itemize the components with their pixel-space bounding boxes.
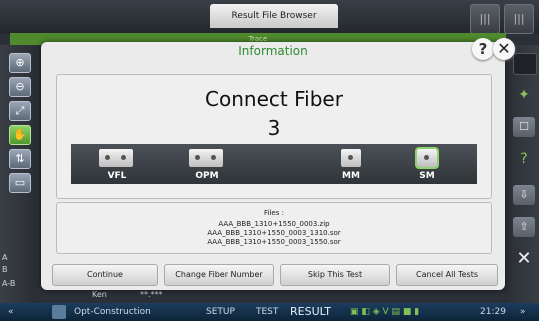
menu-button[interactable]: |||: [504, 4, 534, 34]
zoom-out-button[interactable]: ⊖: [9, 77, 31, 97]
connect-panel: Connect Fiber 3 VFL OPM MM SM: [56, 74, 492, 199]
zoom-in-button[interactable]: ⊕: [9, 53, 31, 73]
dialog-button-row: Continue Change Fiber Number Skip This T…: [52, 264, 498, 286]
marker-b-label: B: [2, 265, 8, 274]
setup-tab[interactable]: SETUP: [206, 303, 235, 321]
close-icon: ✕: [497, 39, 511, 58]
hole-icon: [348, 155, 353, 160]
close-panel-icon[interactable]: ✕: [513, 249, 535, 269]
hole-icon: [424, 155, 429, 160]
port-sm[interactable]: SM: [387, 144, 467, 184]
bottom-status-bar: « Opt-Construction SETUP TEST RESULT ▣ ◧…: [0, 303, 539, 321]
port-strip: VFL OPM MM SM: [71, 144, 477, 184]
dialog-title: Information: [238, 44, 308, 58]
bars-icon: |||: [513, 12, 525, 25]
fit-button[interactable]: ⤢: [9, 101, 31, 121]
marker-a-label: A: [2, 253, 8, 262]
upload-icon[interactable]: ⇧: [513, 217, 535, 237]
markers-icon: ⇅: [15, 152, 25, 165]
checkbox-icon[interactable]: ☐: [513, 117, 535, 137]
background-table-row: Ken **.***: [40, 290, 500, 303]
files-heading: Files :: [264, 209, 284, 217]
hole-icon: [211, 155, 216, 160]
help-button[interactable]: ?: [472, 38, 494, 60]
files-panel: Files : AAA_BBB_1310+1550_0003.zip AAA_B…: [56, 202, 492, 254]
scroll-left-icon[interactable]: «: [8, 303, 14, 321]
port-opm[interactable]: OPM: [167, 144, 247, 184]
connect-heading: Connect Fiber: [205, 87, 343, 111]
bars-icon: |||: [479, 12, 491, 25]
port-vfl[interactable]: VFL: [77, 144, 157, 184]
top-bar: Result File Browser ||| |||: [0, 0, 539, 34]
markers-button[interactable]: ⇅: [9, 149, 31, 169]
port-label: SM: [419, 171, 435, 181]
download-icon[interactable]: ⇩: [513, 185, 535, 205]
test-tab[interactable]: TEST: [256, 303, 278, 321]
port-label: VFL: [107, 171, 127, 181]
right-toolbar: ✦ ☐ ? ⇩ ⇧ ✕: [505, 45, 539, 303]
information-dialog: Information ? ✕ Connect Fiber 3 VFL OPM: [41, 38, 515, 290]
file-name: AAA_BBB_1310+1550_0003_1550.sor: [207, 238, 341, 246]
file-name: AAA_BBB_1310+1550_0003_1310.sor: [207, 229, 341, 237]
row-value: **.***: [140, 290, 163, 299]
scroll-right-icon[interactable]: »: [520, 303, 526, 321]
clock: 21:29: [480, 307, 506, 317]
app-icon: [52, 305, 66, 319]
fiber-count: 3: [267, 116, 281, 140]
laser-icon[interactable]: ✦: [513, 85, 535, 105]
connector-icon: [415, 147, 439, 169]
connector-icon: [189, 149, 223, 167]
zoom-out-icon: ⊖: [15, 80, 25, 93]
hole-icon: [195, 155, 200, 160]
question-icon: ?: [478, 40, 488, 58]
tab-result-file-browser[interactable]: Result File Browser: [210, 4, 338, 28]
port-label: OPM: [195, 171, 219, 181]
print-button[interactable]: ▭: [9, 173, 31, 193]
marker-ab-label: A-B: [2, 279, 16, 288]
panel-toggle-button[interactable]: |||: [470, 4, 500, 34]
close-button[interactable]: ✕: [493, 38, 515, 60]
zoom-in-icon: ⊕: [15, 56, 25, 69]
fit-icon: ⤢: [15, 104, 25, 117]
connector-icon: [341, 149, 361, 167]
hand-icon: ✋: [13, 128, 27, 141]
left-toolbar: ⊕ ⊖ ⤢ ✋ ⇅ ▭ A B A-B: [0, 45, 36, 303]
file-name: AAA_BBB_1310+1550_0003.zip: [218, 220, 330, 228]
status-icons: ▣ ◧ ◈ V ▤ ■ ▮: [350, 307, 420, 317]
hole-icon: [105, 155, 110, 160]
row-label: Ken: [92, 290, 107, 299]
pan-button[interactable]: ✋: [9, 125, 31, 145]
port-label: MM: [342, 171, 360, 181]
skip-test-button[interactable]: Skip This Test: [280, 264, 390, 286]
cancel-all-tests-button[interactable]: Cancel All Tests: [396, 264, 498, 286]
print-icon: ▭: [14, 176, 26, 189]
port-mm[interactable]: MM: [311, 144, 391, 184]
change-fiber-number-button[interactable]: Change Fiber Number: [164, 264, 274, 286]
continue-button[interactable]: Continue: [52, 264, 158, 286]
connector-icon: [99, 149, 133, 167]
app-name[interactable]: Opt-Construction: [74, 303, 151, 321]
help-icon[interactable]: ?: [513, 149, 535, 169]
result-tab[interactable]: RESULT: [290, 303, 331, 321]
hole-icon: [121, 155, 126, 160]
status-square[interactable]: [513, 53, 537, 75]
